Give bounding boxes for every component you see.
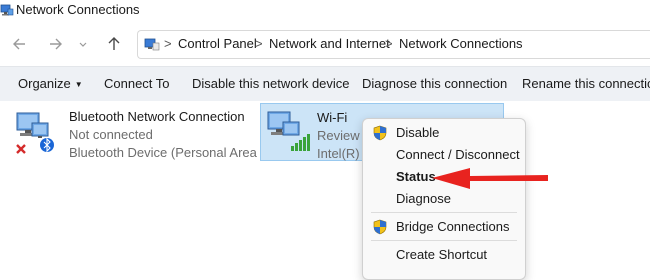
control-panel-icon [144, 38, 160, 51]
menu-item-create-shortcut[interactable]: Create Shortcut [363, 244, 525, 266]
red-arrow-icon [432, 168, 548, 189]
connect-to-button[interactable]: Connect To [104, 76, 170, 91]
menu-item-label: Connect / Disconnect [396, 147, 520, 162]
breadcrumb-separator[interactable]: > [164, 36, 172, 51]
organize-label: Organize [18, 76, 71, 91]
up-arrow-icon[interactable] [104, 34, 124, 54]
rename-connection-button[interactable]: Rename this connection [522, 76, 650, 91]
menu-item-label: Bridge Connections [396, 219, 510, 234]
context-menu: Disable Connect / Disconnect Status Diag… [362, 118, 526, 280]
breadcrumb-control-panel[interactable]: Control Panel [178, 36, 257, 51]
breadcrumb-network-connections[interactable]: Network Connections [399, 36, 523, 51]
menu-item-label: Disable [396, 125, 440, 140]
navigation-bar: > Control Panel > Network and Internet >… [0, 26, 650, 62]
menu-item-bridge-connections[interactable]: Bridge Connections [363, 216, 525, 238]
connections-list: Bluetooth Network Connection Not connect… [0, 101, 650, 280]
breadcrumb-separator[interactable]: > [385, 36, 393, 51]
menu-item-label: Create Shortcut [396, 247, 488, 262]
connection-name: Wi-Fi [317, 110, 348, 125]
wifi-adapter-icon [267, 111, 310, 151]
menu-separator [371, 240, 517, 241]
shield-icon [373, 219, 387, 235]
forward-arrow-icon[interactable] [45, 34, 65, 54]
shield-icon [373, 125, 387, 141]
breadcrumb-network-and-internet[interactable]: Network and Internet [269, 36, 390, 51]
connection-name: Bluetooth Network Connection [69, 109, 245, 124]
title-bar: Network Connections [0, 0, 650, 24]
connection-device: Bluetooth Device (Personal Area ... [69, 145, 272, 160]
menu-item-disable[interactable]: Disable [363, 122, 525, 144]
connection-status: Not connected [69, 127, 153, 142]
dropdown-caret-icon: ▼ [74, 80, 83, 89]
window-title: Network Connections [16, 2, 140, 17]
recent-locations-chevron-icon[interactable] [76, 34, 90, 54]
organize-button[interactable]: Organize ▼ [18, 76, 83, 91]
command-bar: Organize ▼ Connect To Disable this networ… [0, 66, 650, 102]
network-connections-icon [0, 4, 14, 16]
address-box[interactable]: > Control Panel > Network and Internet >… [137, 30, 650, 59]
bluetooth-network-adapter-icon [16, 112, 54, 154]
diagnose-connection-button[interactable]: Diagnose this connection [362, 76, 507, 91]
menu-separator [371, 212, 517, 213]
disable-device-button[interactable]: Disable this network device [192, 76, 350, 91]
back-arrow-icon[interactable] [10, 34, 30, 54]
menu-item-label: Diagnose [396, 191, 451, 206]
breadcrumb-separator[interactable]: > [255, 36, 263, 51]
